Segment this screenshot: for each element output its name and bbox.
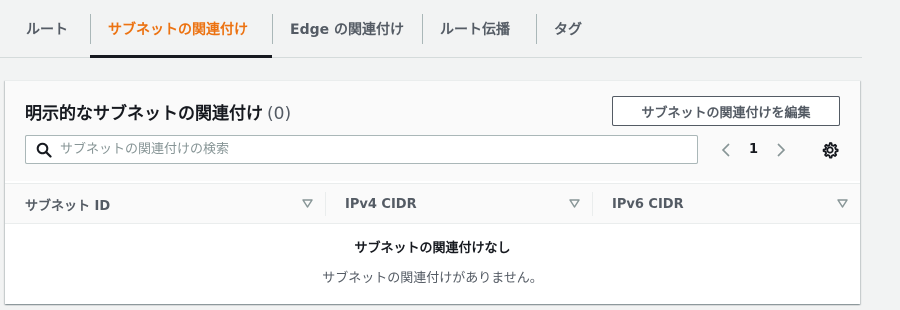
- table-header: サブネット ID IPv4 CIDR IPv6 CIDR: [5, 183, 860, 224]
- column-header-ipv4-cidr[interactable]: IPv4 CIDR: [325, 184, 592, 224]
- tab-routes[interactable]: ルート: [8, 0, 90, 57]
- tab-label: サブネットの関連付け: [108, 21, 248, 38]
- tab-label: Edge の関連付け: [290, 21, 404, 38]
- caret-down-icon[interactable]: [302, 198, 313, 209]
- panel-count: (0): [267, 104, 292, 124]
- search-icon: [36, 142, 52, 158]
- column-header-ipv6-cidr[interactable]: IPv6 CIDR: [592, 184, 860, 224]
- caret-down-icon[interactable]: [837, 198, 848, 209]
- panel-header: 明示的なサブネットの関連付け(0) サブネットの関連付けを編集 1: [5, 81, 860, 181]
- chevron-left-icon[interactable]: [717, 141, 735, 159]
- tab-tags[interactable]: タグ: [536, 0, 606, 57]
- tab-subnet-associations[interactable]: サブネットの関連付け: [90, 0, 272, 58]
- search-input[interactable]: [60, 142, 680, 157]
- gear-icon[interactable]: [820, 140, 840, 160]
- tab-bar: ルート サブネットの関連付け Edge の関連付け ルート伝播 タグ: [0, 0, 862, 58]
- panel-title-text: 明示的なサブネットの関連付け: [25, 104, 263, 124]
- chevron-right-icon[interactable]: [772, 141, 790, 159]
- column-label: IPv4 CIDR: [345, 196, 417, 212]
- caret-down-icon[interactable]: [569, 198, 580, 209]
- column-label: IPv6 CIDR: [612, 196, 684, 212]
- edit-subnet-associations-button[interactable]: サブネットの関連付けを編集: [612, 96, 840, 126]
- pagination: 1: [717, 135, 790, 164]
- empty-state-title: サブネットの関連付けなし: [354, 241, 511, 256]
- tab-label: ルート: [26, 21, 68, 38]
- tab-route-propagation[interactable]: ルート伝播: [422, 0, 536, 57]
- page-number[interactable]: 1: [749, 142, 758, 157]
- subnet-associations-panel: 明示的なサブネットの関連付け(0) サブネットの関連付けを編集 1: [5, 80, 860, 304]
- column-header-subnet-id[interactable]: サブネット ID: [5, 184, 325, 224]
- empty-state-description: サブネットの関連付けがありません。: [322, 271, 543, 286]
- panel-title: 明示的なサブネットの関連付け (0): [25, 99, 291, 124]
- tab-edge-associations[interactable]: Edge の関連付け: [272, 0, 422, 57]
- tab-label: タグ: [554, 21, 582, 38]
- column-label: サブネット ID: [25, 198, 111, 214]
- search-box[interactable]: [25, 135, 698, 164]
- tab-label: ルート伝播: [440, 21, 510, 38]
